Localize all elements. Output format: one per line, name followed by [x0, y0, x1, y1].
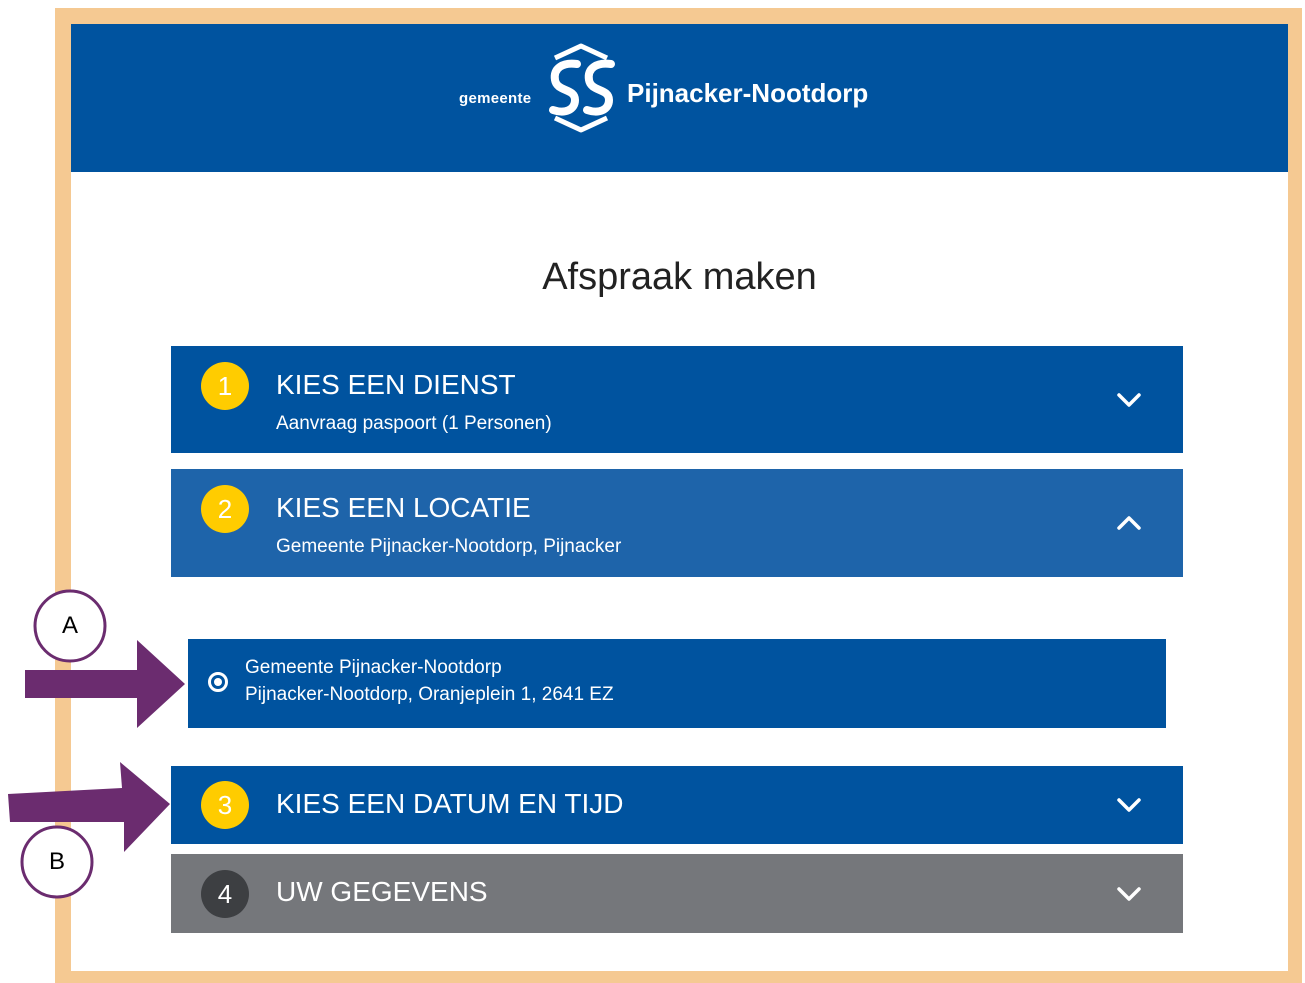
location-address: Pijnacker-Nootdorp, Oranjeplein 1, 2641 … — [245, 684, 614, 705]
step-number-badge: 4 — [201, 870, 249, 918]
location-radio[interactable] — [208, 672, 228, 692]
chevron-down-icon[interactable] — [1111, 382, 1147, 418]
appointment-page: gemeente Pijnacker-Nootdorp Afspraak mak… — [71, 24, 1288, 971]
chevron-down-icon — [1117, 887, 1141, 901]
step-summary: Gemeente Pijnacker-Nootdorp, Pijnacker — [276, 536, 622, 557]
logo-prefix: gemeente — [459, 90, 532, 107]
step-title: KIES EEN LOCATIE — [276, 492, 531, 523]
step-title: KIES EEN DIENST — [276, 369, 516, 400]
step-number-badge: 3 — [201, 781, 249, 829]
step-title: UW GEGEVENS — [276, 876, 488, 907]
marker-label-a: A — [61, 612, 78, 639]
marker-label-b: B — [48, 848, 65, 875]
step-your-details: 4 UW GEGEVENS — [171, 854, 1183, 933]
step-number-badge: 2 — [201, 485, 249, 533]
chevron-up-icon[interactable] — [1111, 505, 1147, 541]
step-choose-location[interactable]: 2 KIES EEN LOCATIE Gemeente Pijnacker-No… — [171, 469, 1183, 577]
page-title: Afspraak maken — [542, 256, 817, 298]
site-header: gemeente Pijnacker-Nootdorp — [71, 24, 1288, 172]
step-title: KIES EEN DATUM EN TIJD — [276, 788, 624, 819]
step-summary: Aanvraag paspoort (1 Personen) — [276, 413, 552, 434]
municipality-logo-icon[interactable] — [545, 36, 617, 136]
logo-name: Pijnacker-Nootdorp — [627, 78, 869, 108]
location-name: Gemeente Pijnacker-Nootdorp — [245, 657, 502, 678]
location-option[interactable]: Gemeente Pijnacker-Nootdorp Pijnacker-No… — [188, 639, 1166, 728]
step-choose-date-time[interactable]: 3 KIES EEN DATUM EN TIJD — [171, 766, 1183, 844]
chevron-down-icon[interactable] — [1111, 787, 1147, 823]
step-choose-service[interactable]: 1 KIES EEN DIENST Aanvraag paspoort (1 P… — [171, 346, 1183, 453]
step-number-badge: 1 — [201, 362, 249, 410]
